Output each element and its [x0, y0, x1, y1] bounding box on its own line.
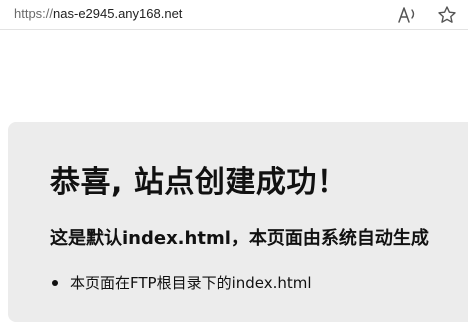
page-subtitle: 这是默认index.html，本页面由系统自动生成 — [50, 228, 429, 249]
bullet-icon — [52, 280, 58, 286]
page-title: 恭喜, 站点创建成功！ — [50, 165, 348, 200]
page-viewport: 恭喜, 站点创建成功！ 这是默认index.html，本页面由系统自动生成 本页… — [0, 31, 468, 322]
browser-toolbar: https://nas-e2945.any168.net — [0, 0, 468, 30]
address-bar[interactable]: https://nas-e2945.any168.net — [14, 6, 182, 21]
url-host: nas-e2945.any168.net — [53, 6, 183, 21]
list-item-text: 本页面在FTP根目录下的index.html — [70, 274, 312, 292]
star-icon[interactable] — [436, 4, 458, 26]
content-card: 恭喜, 站点创建成功！ 这是默认index.html，本页面由系统自动生成 本页… — [8, 122, 468, 322]
list-item: 本页面在FTP根目录下的index.html — [50, 272, 312, 293]
read-aloud-icon[interactable] — [396, 4, 418, 26]
info-list: 本页面在FTP根目录下的index.html — [50, 272, 312, 293]
url-scheme: https:// — [14, 6, 54, 21]
